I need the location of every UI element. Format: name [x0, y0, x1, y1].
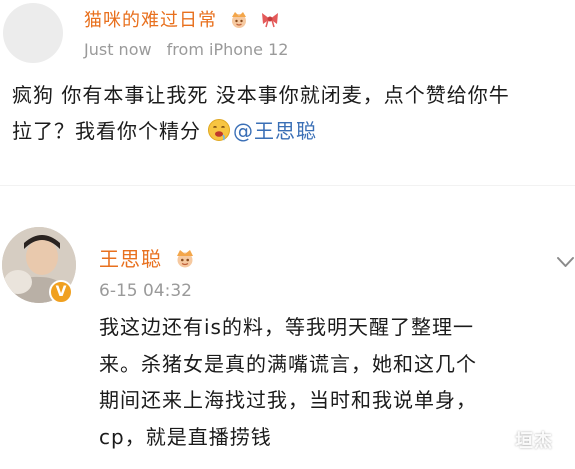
- weibo-post-1: 猫咪的难过日常 Just now from iPhone 12 疯狗 你有本事让…: [0, 0, 575, 200]
- divider: [0, 185, 575, 186]
- post1-body: 疯狗 你有本事让我死 没本事你就闭麦，点个赞给你牛 拉了？我看你个精分 @王思聪: [12, 77, 567, 153]
- post1-body-text: 拉了？我看你个精分: [12, 119, 201, 143]
- post1-username[interactable]: 猫咪的难过日常: [84, 6, 280, 34]
- watermark: 垣杰: [515, 431, 553, 452]
- post2-body-line: 期间还来上海找过我，当时和我说单身，: [99, 388, 477, 412]
- mention-link[interactable]: @王思聪: [233, 119, 317, 143]
- weibo-post-2: V 王思聪 6-15 04:32 我这边还有is的料，等我明天醒了整理一 来。杀…: [0, 200, 575, 469]
- post2-username[interactable]: 王思聪: [99, 243, 197, 274]
- post2-body-line: cp，就是直播捞钱: [99, 424, 272, 449]
- post2-timestamp: 6-15 04:32: [99, 281, 192, 301]
- post1-meta: Just now from iPhone 12: [84, 40, 288, 59]
- post2-username-text[interactable]: 王思聪: [99, 247, 162, 271]
- crown-badge-icon: [173, 247, 197, 274]
- post2-body-line: 我这边还有is的料，等我明天醒了整理一: [99, 315, 474, 339]
- post1-source[interactable]: from iPhone 12: [167, 40, 289, 59]
- post2-body: 我这边还有is的料，等我明天醒了整理一 来。杀猪女是真的满嘴谎言，她和这几个 期…: [99, 309, 569, 455]
- bow-badge-icon: [260, 10, 280, 33]
- avatar[interactable]: [3, 3, 63, 63]
- post1-timestamp: Just now: [84, 40, 152, 59]
- drooling-emoji-icon: [207, 117, 231, 153]
- post1-body-line-2: 拉了？我看你个精分 @王思聪: [12, 113, 567, 153]
- post2-body-line: 来。杀猪女是真的满嘴谎言，她和这几个: [99, 351, 477, 376]
- post1-body-line: 疯狗 你有本事让我死 没本事你就闭麦，点个赞给你牛: [12, 83, 510, 107]
- crown-badge-icon: [228, 9, 250, 34]
- verified-badge-icon: V: [49, 280, 73, 304]
- chevron-down-icon[interactable]: [556, 254, 575, 268]
- post1-username-text[interactable]: 猫咪的难过日常: [84, 10, 217, 31]
